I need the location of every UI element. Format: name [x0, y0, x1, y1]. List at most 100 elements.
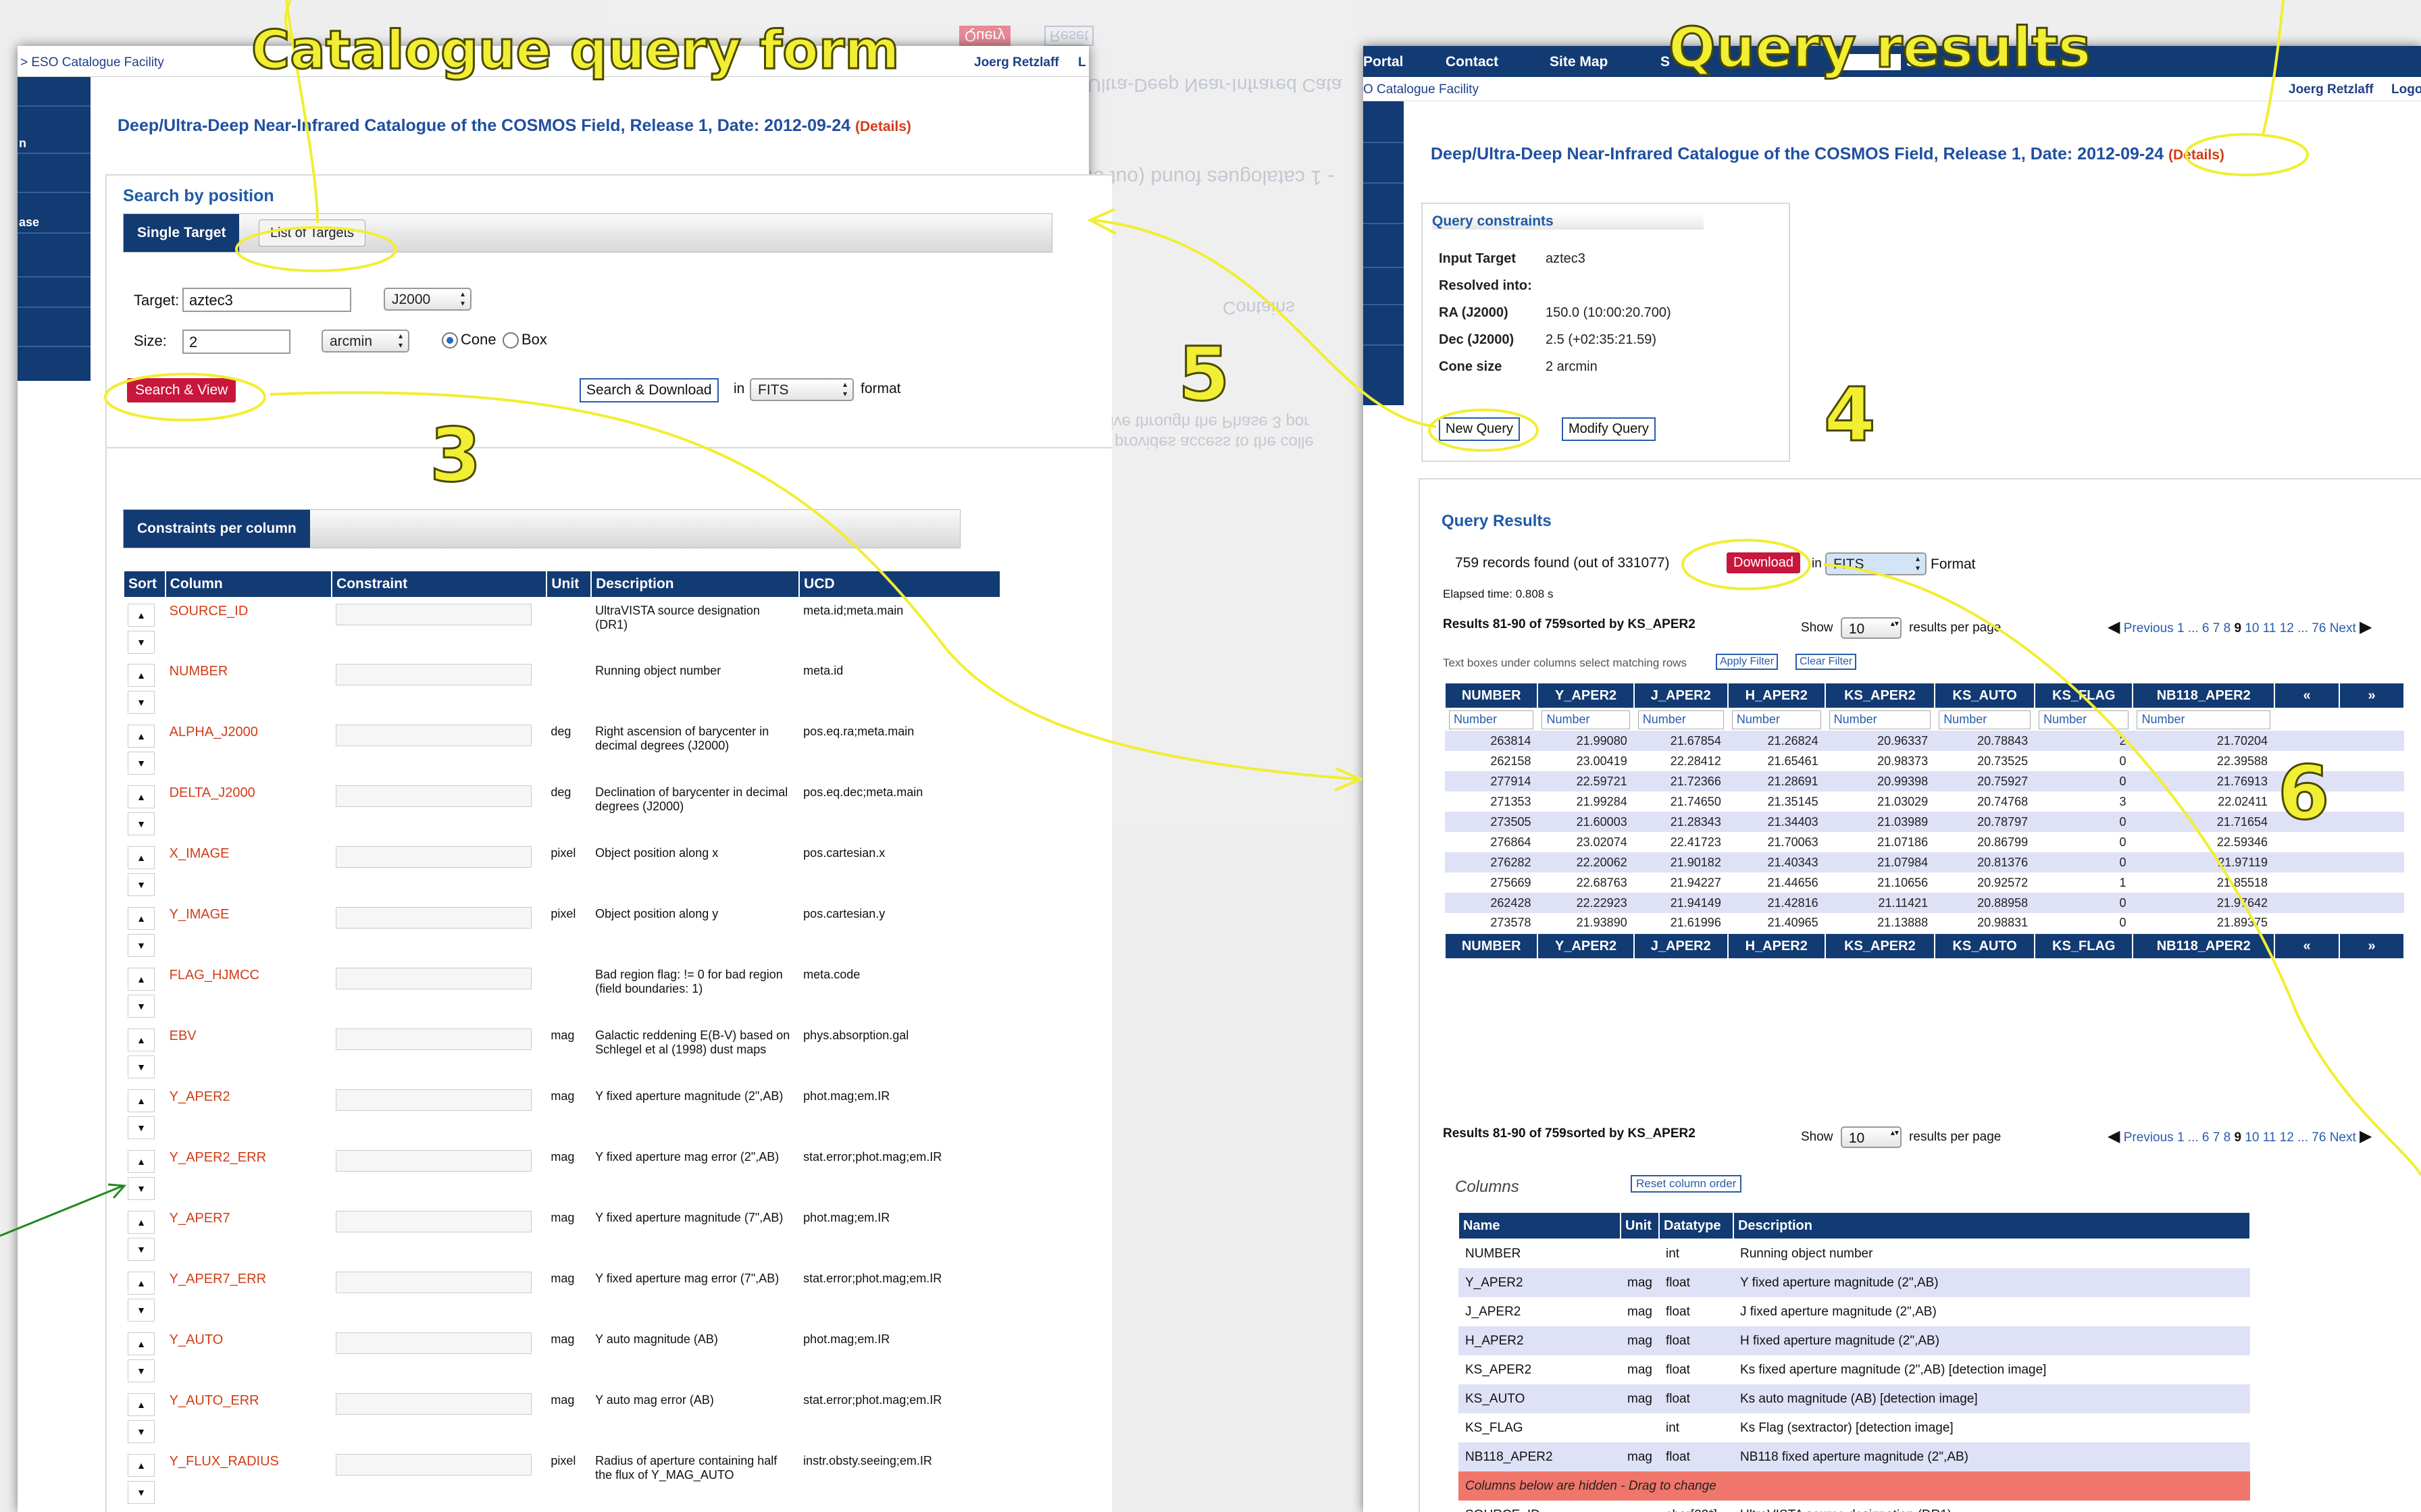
nav-contact[interactable]: Contact: [1446, 54, 1498, 70]
results-col-header[interactable]: Y_APER2: [1537, 682, 1635, 709]
next-link[interactable]: Next: [2330, 1130, 2356, 1145]
sort-down-icon[interactable]: ▼: [128, 1359, 155, 1382]
size-unit-select[interactable]: arcmin: [322, 330, 409, 353]
format-select[interactable]: FITS: [750, 378, 854, 401]
details-link[interactable]: (Details): [855, 119, 911, 134]
column-row[interactable]: H_APER2 mag float H fixed aperture magnitud…: [1458, 1326, 2250, 1355]
results-col-header[interactable]: Y_APER2: [1537, 933, 1635, 960]
scroll-left-icon[interactable]: «: [2274, 682, 2340, 709]
logout-link-cut[interactable]: Logo: [2391, 82, 2421, 97]
results-col-header[interactable]: H_APER2: [1727, 682, 1826, 709]
next-arrow-icon[interactable]: ▶: [2360, 1127, 2372, 1145]
results-col-header[interactable]: KS_APER2: [1824, 682, 1936, 709]
table-row[interactable]: 276864 23.02074 22.41723 21.70063 21.07186 20…: [1445, 832, 2404, 852]
column-filter-input[interactable]: Number: [2039, 710, 2129, 729]
col-header-unit[interactable]: Unit: [546, 570, 592, 598]
column-row[interactable]: KS_AUTO mag float Ks auto magnitude (AB) [d…: [1458, 1384, 2250, 1413]
sort-up-icon[interactable]: ▲: [128, 968, 155, 991]
column-filter-input[interactable]: Number: [1541, 710, 1630, 729]
nav-portal[interactable]: Portal: [1363, 54, 1404, 70]
page-links-more[interactable]: 10 11 12 ... 76: [2245, 1130, 2326, 1145]
constraint-input[interactable]: [336, 907, 532, 929]
sort-down-icon[interactable]: ▼: [128, 631, 155, 654]
page-size-select[interactable]: 10: [1840, 617, 1902, 639]
col-header-ucd[interactable]: UCD: [798, 570, 1001, 598]
results-col-header[interactable]: KS_AUTO: [1934, 682, 2036, 709]
constraint-input[interactable]: [336, 604, 532, 625]
tab-single-target[interactable]: Single Target: [124, 214, 240, 252]
sort-up-icon[interactable]: ▲: [128, 664, 155, 687]
results-col-header[interactable]: H_APER2: [1727, 933, 1826, 960]
search-view-button[interactable]: Search & View: [127, 378, 236, 402]
table-row[interactable]: 262158 23.00419 22.28412 21.65461 20.98373 20…: [1445, 751, 2404, 771]
prev-arrow-icon[interactable]: ◀: [2108, 1127, 2120, 1145]
search-download-button[interactable]: Search & Download: [580, 378, 719, 402]
page-links[interactable]: 1 ... 6 7 8: [2177, 621, 2231, 635]
table-row[interactable]: 276282 22.20062 21.90182 21.40343 21.07984 20…: [1445, 852, 2404, 872]
sort-down-icon[interactable]: ▼: [128, 752, 155, 775]
column-filter-input[interactable]: Number: [2137, 710, 2270, 729]
sort-up-icon[interactable]: ▲: [128, 1272, 155, 1295]
sort-up-icon[interactable]: ▲: [128, 725, 155, 748]
prev-arrow-icon[interactable]: ◀: [2108, 618, 2120, 636]
constraint-input[interactable]: [336, 725, 532, 746]
sidebar-item-2[interactable]: ase: [19, 215, 39, 230]
sort-up-icon[interactable]: ▲: [128, 1393, 155, 1416]
sort-up-icon[interactable]: ▲: [128, 1211, 155, 1234]
sort-up-icon[interactable]: ▲: [128, 1150, 155, 1173]
sort-down-icon[interactable]: ▼: [128, 873, 155, 896]
table-row[interactable]: 273505 21.60003 21.28343 21.34403 21.03989 20…: [1445, 812, 2404, 832]
user-name[interactable]: Joerg Retzlaff: [2289, 82, 2374, 97]
table-row[interactable]: 263814 21.99080 21.67854 21.26824 20.96337 20…: [1445, 731, 2404, 751]
sort-down-icon[interactable]: ▼: [128, 812, 155, 835]
table-row[interactable]: 262428 22.22923 21.94149 21.42816 21.11421 20…: [1445, 893, 2404, 913]
target-input[interactable]: aztec3: [182, 288, 351, 312]
prev-link[interactable]: Previous: [2124, 1130, 2174, 1145]
column-row[interactable]: NUMBER int Running object number: [1458, 1239, 2250, 1268]
new-query-button[interactable]: New Query: [1439, 417, 1521, 441]
apply-filter-button[interactable]: Apply Filter: [1716, 654, 1779, 670]
epoch-select[interactable]: J2000: [384, 288, 472, 311]
results-col-header[interactable]: KS_APER2: [1824, 933, 1936, 960]
user-menu-cut[interactable]: L: [1078, 55, 1086, 70]
next-arrow-icon[interactable]: ▶: [2360, 618, 2372, 636]
download-format-select[interactable]: FITS: [1825, 552, 1927, 575]
results-col-header[interactable]: J_APER2: [1633, 682, 1729, 709]
scroll-right-icon[interactable]: »: [2339, 682, 2405, 709]
page-links[interactable]: 1 ... 6 7 8: [2177, 1130, 2231, 1145]
constraint-input[interactable]: [336, 1211, 532, 1232]
constraint-input[interactable]: [336, 1089, 532, 1111]
table-row[interactable]: 273578 21.93890 21.61996 21.40965 21.13888 20…: [1445, 913, 2404, 933]
column-row[interactable]: NB118_APER2 mag float NB118 fixed aperture …: [1458, 1442, 2250, 1471]
scroll-left-icon[interactable]: «: [2274, 933, 2340, 960]
clear-filter-button[interactable]: Clear Filter: [1795, 654, 1857, 670]
tab-constraints-per-column[interactable]: Constraints per column: [124, 510, 310, 548]
table-row[interactable]: 271353 21.99284 21.74650 21.35145 21.03029 20…: [1445, 791, 2404, 812]
sort-up-icon[interactable]: ▲: [128, 907, 155, 930]
results-col-header[interactable]: J_APER2: [1633, 933, 1729, 960]
constraint-input[interactable]: [336, 1272, 532, 1293]
column-row[interactable]: J_APER2 mag float J fixed aperture magnitud…: [1458, 1297, 2250, 1326]
table-row[interactable]: 275669 22.68763 21.94227 21.44656 21.10656 20…: [1445, 872, 2404, 893]
sort-up-icon[interactable]: ▲: [128, 846, 155, 869]
sort-down-icon[interactable]: ▼: [128, 1420, 155, 1443]
prev-link[interactable]: Previous: [2124, 621, 2174, 635]
col-header-column[interactable]: Column: [164, 570, 333, 598]
page-links-more[interactable]: 10 11 12 ... 76: [2245, 621, 2326, 635]
sort-up-icon[interactable]: ▲: [128, 1454, 155, 1477]
sort-down-icon[interactable]: ▼: [128, 1238, 155, 1261]
results-col-header[interactable]: NB118_APER2: [2132, 682, 2275, 709]
sort-down-icon[interactable]: ▼: [128, 1299, 155, 1322]
col-header-sort[interactable]: Sort: [123, 570, 166, 598]
constraint-input[interactable]: [336, 1393, 532, 1415]
results-col-header[interactable]: KS_FLAG: [2034, 933, 2134, 960]
constraint-input[interactable]: [336, 664, 532, 685]
constraint-input[interactable]: [336, 1332, 532, 1354]
tab-list-of-targets[interactable]: List of Targets: [259, 219, 366, 246]
sort-up-icon[interactable]: ▲: [128, 604, 155, 627]
sort-down-icon[interactable]: ▼: [128, 1116, 155, 1139]
constraint-input[interactable]: [336, 968, 532, 989]
column-filter-input[interactable]: Number: [1449, 710, 1534, 729]
column-filter-input[interactable]: Number: [1637, 710, 1724, 729]
sort-down-icon[interactable]: ▼: [128, 1177, 155, 1200]
